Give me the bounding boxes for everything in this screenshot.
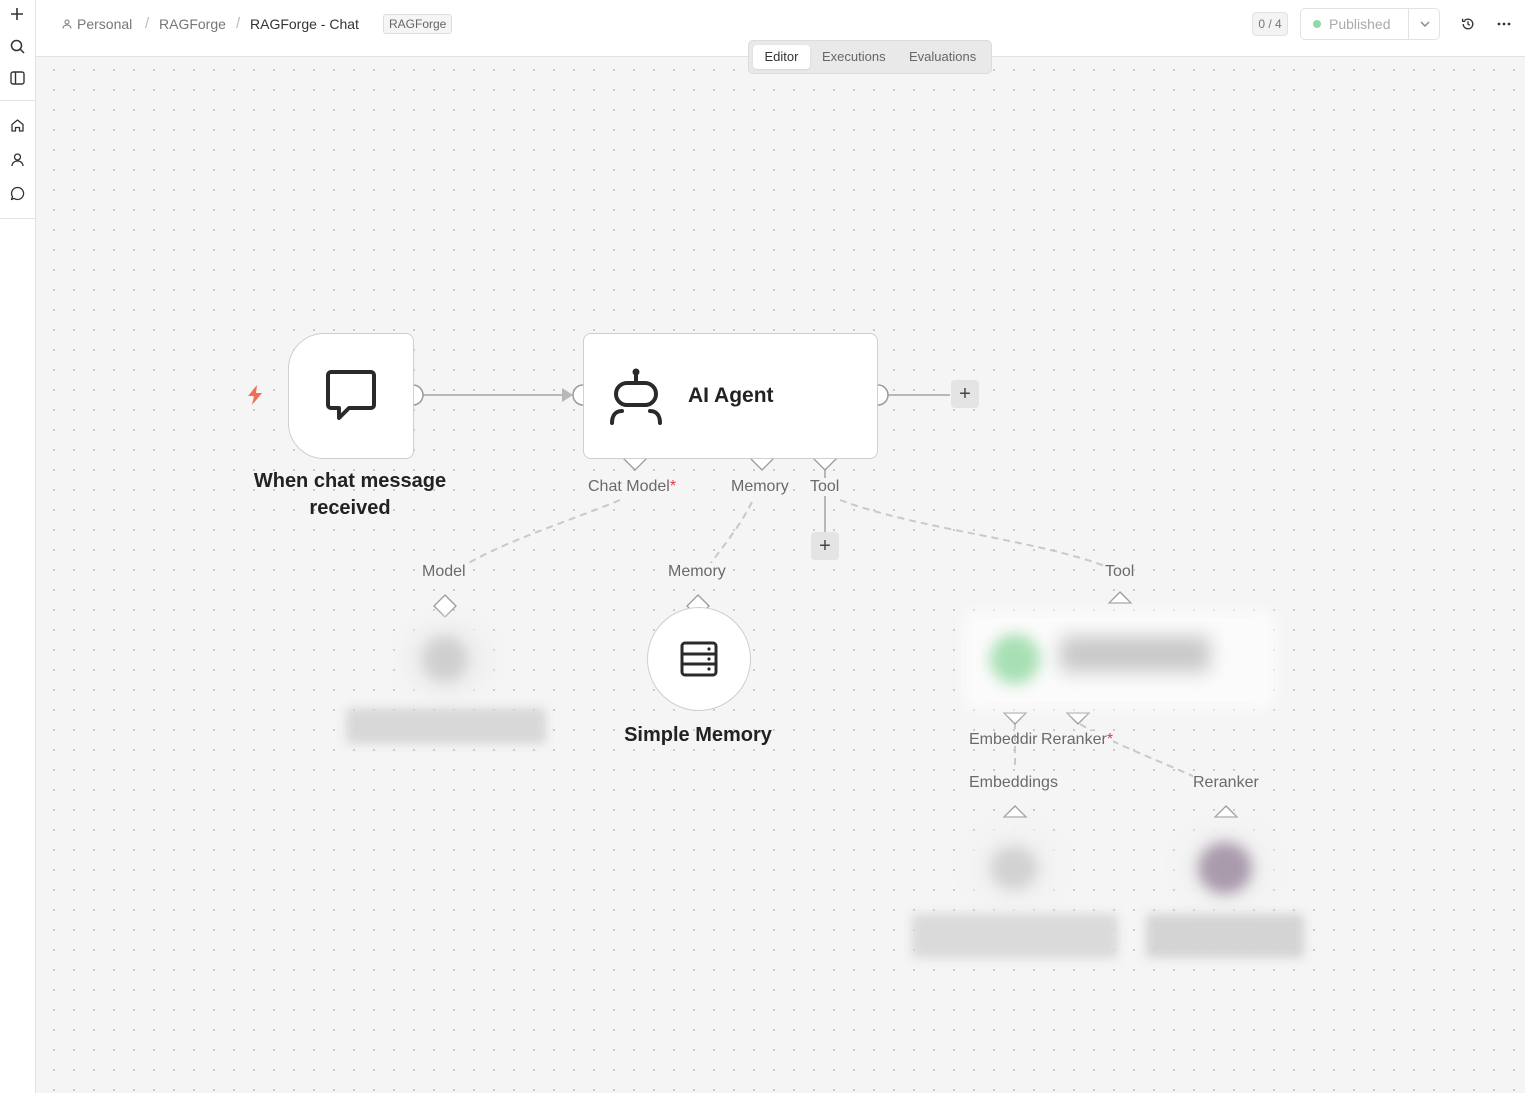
add-tool-button[interactable]: + — [811, 532, 839, 560]
chat-trigger-node[interactable] — [288, 333, 414, 459]
ai-agent-label: AI Agent — [688, 384, 774, 407]
search-icon[interactable] — [6, 35, 28, 57]
tool-node-label-blurred — [1060, 636, 1210, 672]
database-icon — [680, 641, 718, 677]
more-options-icon[interactable] — [1492, 12, 1516, 36]
sidebar-divider — [0, 218, 35, 219]
chat-bubble-icon — [326, 370, 376, 420]
plus-icon[interactable] — [6, 3, 28, 25]
reranker-connection-label: Reranker — [1193, 774, 1259, 792]
sidebar-divider — [0, 100, 35, 101]
tab-editor[interactable]: Editor — [753, 45, 810, 69]
embeddings-connection-label: Embeddings — [969, 774, 1058, 792]
reranker-node-icon-blurred — [1198, 842, 1252, 894]
chat-model-port-label: Chat Model* — [588, 478, 677, 496]
left-sidebar — [0, 0, 36, 1093]
view-tabs: Editor Executions Evaluations — [748, 40, 992, 74]
publish-divider — [1408, 9, 1409, 39]
tool-port-label: Tool — [810, 478, 840, 496]
embeddings-port-label: Embeddir — [969, 731, 1038, 748]
publish-status-label: Published — [1329, 16, 1391, 32]
person-icon — [62, 19, 72, 29]
breadcrumb-project[interactable]: RAGForge — [159, 16, 226, 32]
home-icon[interactable] — [6, 114, 28, 136]
tab-executions[interactable]: Executions — [822, 45, 886, 69]
chevron-down-icon[interactable] — [1411, 9, 1439, 39]
embeddings-port — [1002, 712, 1028, 725]
reranker-port — [1065, 712, 1091, 725]
embeddings-node-icon-blurred — [990, 846, 1038, 890]
embeddings-node-port — [1002, 805, 1028, 818]
arrow-head — [562, 388, 573, 402]
history-icon[interactable] — [1456, 12, 1480, 36]
simple-memory-label: Simple Memory — [624, 724, 772, 746]
tool-node-icon-blurred — [990, 634, 1040, 684]
breadcrumb-owner[interactable]: Personal — [77, 16, 132, 32]
tool-connection-label: Tool — [1105, 563, 1135, 581]
tool-node-port — [1107, 591, 1133, 604]
model-node-label-blurred — [346, 708, 546, 744]
simple-memory-node[interactable] — [647, 607, 751, 711]
tab-evaluations[interactable]: Evaluations — [909, 45, 976, 69]
memory-port-label: Memory — [731, 478, 789, 496]
chat-icon[interactable] — [6, 182, 28, 204]
model-node-port — [433, 594, 457, 618]
workflow-tag[interactable]: RAGForge — [383, 14, 453, 34]
publish-button[interactable]: Published — [1300, 8, 1440, 40]
counter-badge: 0 / 4 — [1252, 12, 1288, 36]
user-icon[interactable] — [6, 148, 28, 170]
trigger-node-label: When chat message received — [253, 470, 447, 519]
add-node-button[interactable]: + — [951, 380, 979, 408]
breadcrumb-separator: / — [145, 15, 150, 32]
status-dot — [1313, 20, 1321, 28]
model-connection-label: Model — [422, 563, 466, 581]
tool-connection — [839, 499, 1111, 569]
model-connection — [444, 499, 621, 579]
model-node-icon-blurred — [422, 636, 468, 682]
breadcrumb-separator: / — [236, 15, 241, 32]
memory-connection-label: Memory — [668, 563, 726, 581]
panel-icon[interactable] — [6, 67, 28, 89]
trigger-bolt-icon — [248, 385, 262, 405]
reranker-node-label-blurred — [1146, 914, 1304, 958]
embeddings-node-label-blurred — [912, 914, 1118, 958]
reranker-node-port — [1213, 805, 1239, 818]
ai-agent-node[interactable]: AI Agent — [583, 333, 878, 459]
robot-icon — [610, 368, 662, 425]
workflow-name[interactable]: RAGForge - Chat — [250, 16, 359, 32]
reranker-port-label: Reranker* — [1041, 731, 1114, 749]
